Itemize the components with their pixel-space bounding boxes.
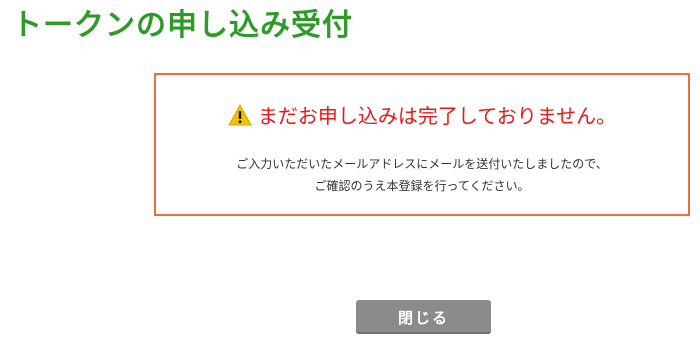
warning-icon <box>228 104 252 126</box>
notice-message-line-2: ご確認のうえ本登録を行ってください。 <box>314 179 530 193</box>
close-button[interactable]: 閉じる <box>356 300 491 334</box>
notice-heading-text: まだお申し込みは完了しておりません。 <box>257 104 617 128</box>
page-title: トークンの申し込み受付 <box>12 8 353 43</box>
notice-heading: まだお申し込みは完了しておりません。 <box>156 103 688 129</box>
notice-message: ご入力いただいたメールアドレスにメールを送付いたしましたので、 ご確認のうえ本登… <box>156 153 688 197</box>
page: トークンの申し込み受付 まだお申し込みは完了しておりません。 ご入力いただいたメ… <box>0 0 700 340</box>
warning-notice-box: まだお申し込みは完了しておりません。 ご入力いただいたメールアドレスにメールを送… <box>154 73 690 216</box>
notice-message-line-1: ご入力いただいたメールアドレスにメールを送付いたしましたので、 <box>236 157 608 171</box>
